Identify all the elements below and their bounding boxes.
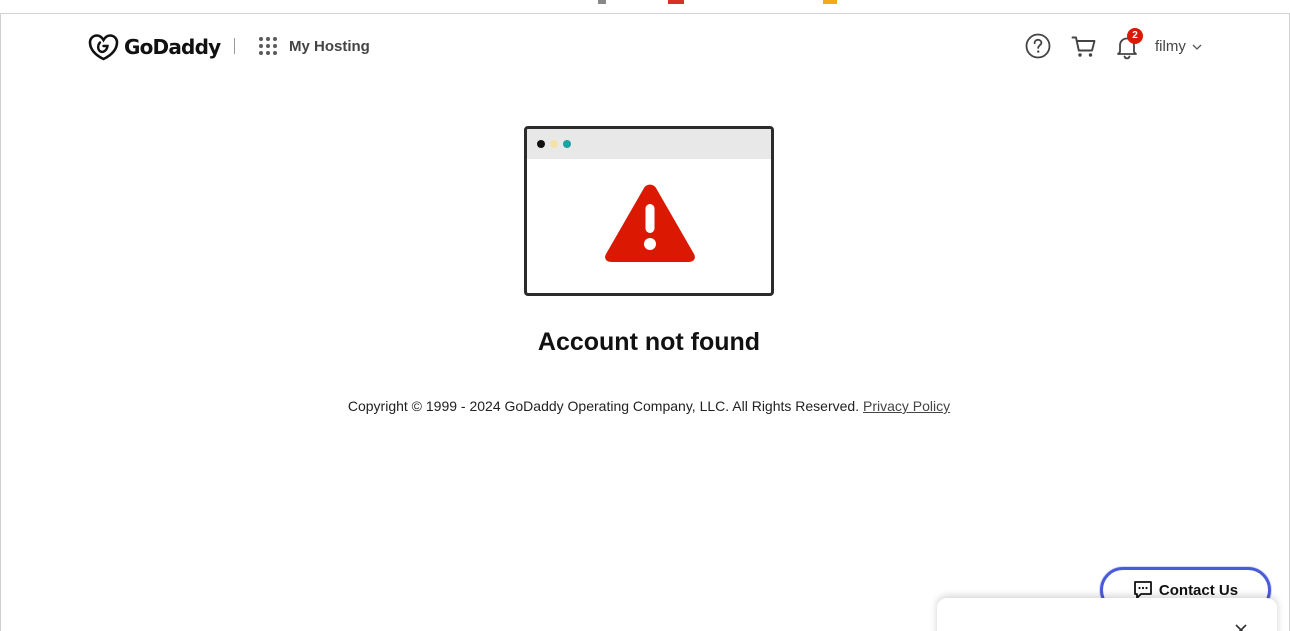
logo-wordmark: GoDaddy: [124, 35, 221, 59]
contact-us-label: Contact Us: [1158, 581, 1239, 599]
privacy-policy-link[interactable]: Privacy Policy: [863, 398, 950, 414]
illustration-window-bar: [527, 129, 771, 159]
apps-grid-icon[interactable]: [259, 37, 279, 57]
window-dot: [537, 140, 545, 148]
chevron-down-icon: [1192, 44, 1202, 50]
tab-fragment: [668, 0, 684, 4]
user-menu[interactable]: filmy: [1155, 38, 1202, 55]
window-edge: [0, 14, 1, 631]
godaddy-logo[interactable]: GoDaddy: [88, 32, 221, 62]
notification-badge: 2: [1127, 28, 1143, 44]
help-icon[interactable]: [1025, 33, 1051, 59]
page-title: Account not found: [537, 328, 761, 356]
cart-icon[interactable]: [1071, 34, 1097, 60]
close-icon[interactable]: [1235, 624, 1247, 631]
godaddy-heart-icon: [88, 34, 119, 61]
chat-panel: [937, 598, 1277, 631]
copyright-text: Copyright © 1999 - 2024 GoDaddy Operatin…: [347, 398, 860, 414]
window-dot: [563, 140, 571, 148]
tab-fragment: [598, 0, 606, 4]
window-dot: [550, 140, 558, 148]
browser-top-strip: [0, 0, 1290, 14]
header-divider: [234, 38, 235, 54]
footer: Copyright © 1999 - 2024 GoDaddy Operatin…: [0, 398, 1290, 414]
my-hosting-link[interactable]: My Hosting: [289, 38, 370, 55]
error-illustration: [524, 126, 774, 296]
warning-icon: [605, 184, 695, 262]
user-name: filmy: [1155, 38, 1186, 55]
tab-fragment: [823, 0, 837, 4]
site-header: GoDaddy My Hosting 2 filmy: [0, 14, 1290, 80]
chat-icon: [1134, 581, 1152, 599]
